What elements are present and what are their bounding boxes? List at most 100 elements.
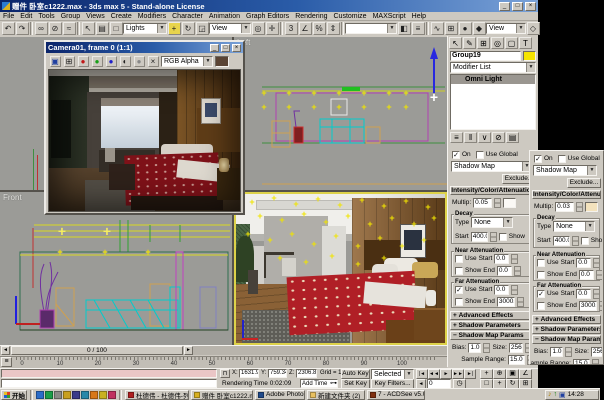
omni-light-icon[interactable]: +: [311, 104, 316, 110]
zoom-all-icon[interactable]: ⊕: [493, 369, 506, 379]
omni-light-icon[interactable]: +: [403, 198, 408, 204]
zoom-extents-icon[interactable]: ▣: [506, 369, 519, 379]
omni-light-icon[interactable]: +: [345, 213, 350, 219]
select-rotate-icon[interactable]: ↻: [182, 22, 195, 35]
vfb-title-bar[interactable]: Camera01, frame 0 (1:1) _ □ ×: [46, 42, 243, 53]
menu-rendering[interactable]: Rendering: [292, 12, 330, 21]
dropdown-arrow-icon[interactable]: ▼: [526, 63, 535, 72]
advanced-effects-rollout[interactable]: + Advanced Effects: [532, 315, 601, 324]
menu-help[interactable]: Help: [409, 12, 429, 21]
menu-create[interactable]: Create: [108, 12, 135, 21]
folder-icon[interactable]: [108, 391, 116, 399]
omni-light-icon[interactable]: +: [425, 204, 430, 210]
omni-light-icon[interactable]: +: [57, 249, 62, 255]
green-channel-icon[interactable]: ●: [92, 56, 103, 67]
omni-light-icon[interactable]: +: [421, 237, 426, 243]
select-by-name-icon[interactable]: ▤: [96, 22, 109, 35]
alpha-channel-icon[interactable]: ●: [134, 56, 145, 67]
vfb-minimize-button[interactable]: _: [210, 44, 219, 52]
decay-show-checkbox[interactable]: [499, 233, 507, 241]
menu-animation[interactable]: Animation: [206, 12, 243, 21]
omni-light-icon[interactable]: +: [361, 104, 366, 110]
spinner[interactable]: [511, 285, 518, 295]
omni-light-icon[interactable]: +: [286, 90, 291, 96]
sample-range-field[interactable]: 15.0: [573, 359, 590, 365]
named-selection-dropdown[interactable]: ▼: [345, 23, 397, 34]
hierarchy-tab-icon[interactable]: ⊞: [477, 37, 490, 49]
omni-light-icon[interactable]: +: [381, 203, 386, 209]
omni-light-icon[interactable]: +: [361, 90, 366, 96]
dropdown-arrow-icon[interactable]: ▼: [404, 370, 413, 379]
vfb-color-swatch[interactable]: [215, 56, 229, 67]
omni-light-icon[interactable]: +: [355, 261, 360, 267]
snap-3d-icon[interactable]: 3: [285, 22, 298, 35]
spinner[interactable]: [593, 289, 600, 299]
decay-show-checkbox[interactable]: [581, 237, 589, 245]
omni-light-icon[interactable]: +: [336, 90, 341, 96]
unlink-icon[interactable]: ⊘: [49, 22, 62, 35]
outlook-icon[interactable]: [63, 391, 71, 399]
near-show-checkbox[interactable]: [537, 271, 545, 279]
reference-coordsys-dropdown[interactable]: View▼: [209, 23, 251, 34]
max-icon[interactable]: [72, 391, 80, 399]
near-end-field[interactable]: 0.0: [579, 270, 594, 280]
light-color-swatch[interactable]: [503, 198, 516, 208]
x-coord-field[interactable]: 1631.97: [239, 369, 259, 378]
omni-light-icon[interactable]: +: [279, 217, 284, 223]
far-show-checkbox[interactable]: [537, 302, 545, 310]
far-show-checkbox[interactable]: [455, 298, 463, 306]
auto-key-button[interactable]: Auto Key: [341, 369, 370, 379]
far-start-field[interactable]: 0.0: [576, 289, 591, 299]
spinner[interactable]: [483, 343, 490, 353]
far-use-checkbox[interactable]: [455, 286, 463, 294]
menu-modifiers[interactable]: Modifiers: [135, 12, 169, 21]
zoom-icon[interactable]: +: [480, 369, 493, 379]
dropdown-arrow-icon[interactable]: ▼: [516, 24, 525, 33]
omni-light-icon[interactable]: +: [381, 255, 386, 261]
alert-icon[interactable]: [99, 391, 107, 399]
remove-modifier-icon[interactable]: ⊘: [492, 132, 505, 143]
near-start-field[interactable]: 0.0: [576, 258, 591, 268]
upload-icon[interactable]: ↑: [554, 391, 558, 398]
title-bar[interactable]: 赠件 卧室c1222.max - 3ds max 5 - Stand-alone…: [0, 0, 538, 12]
redo-icon[interactable]: ↷: [16, 22, 29, 35]
spinner[interactable]: [565, 347, 572, 357]
spinner[interactable]: [572, 236, 579, 246]
sample-range-field[interactable]: 15.0: [508, 355, 525, 365]
size-field[interactable]: 256: [591, 347, 602, 357]
omni-light-icon[interactable]: +: [386, 90, 391, 96]
minimize-button[interactable]: _: [499, 2, 510, 11]
select-object-icon[interactable]: ↖: [82, 22, 95, 35]
task-button[interactable]: 7 - ACDSee v5.0: [367, 390, 425, 400]
select-scale-icon[interactable]: ◲: [196, 22, 209, 35]
start-button[interactable]: 开始: [1, 390, 27, 400]
selection-lock-icon[interactable]: ⊓: [220, 369, 230, 378]
advanced-effects-rollout[interactable]: + Advanced Effects: [450, 311, 536, 320]
task-button[interactable]: 新建文件夹 (2): [307, 390, 365, 400]
omni-light-icon[interactable]: +: [102, 249, 107, 255]
menu-group[interactable]: Group: [58, 12, 83, 21]
far-use-checkbox[interactable]: [537, 290, 545, 298]
omni-light-icon[interactable]: +: [277, 255, 282, 261]
omni-light-icon[interactable]: +: [399, 243, 404, 249]
omni-light-icon[interactable]: +: [311, 90, 316, 96]
multiplier-spinner[interactable]: [494, 198, 501, 208]
angle-snap-icon[interactable]: ∠: [299, 22, 312, 35]
near-end-field[interactable]: 0.0: [497, 266, 512, 276]
omni-light-icon[interactable]: +: [386, 104, 391, 110]
configure-stack-icon[interactable]: ▤: [506, 132, 519, 143]
media-player-icon[interactable]: [45, 391, 53, 399]
omni-light-icon[interactable]: +: [403, 104, 408, 110]
omni-light-icon[interactable]: +: [336, 104, 341, 110]
omni-light-icon[interactable]: +: [431, 215, 436, 221]
material-editor-icon[interactable]: ●: [459, 22, 472, 35]
omni-light-icon[interactable]: +: [303, 259, 308, 265]
photoshop-icon[interactable]: [81, 391, 89, 399]
viewport-left-view[interactable]: Left +++++++++++++++: [234, 37, 447, 190]
dropdown-arrow-icon[interactable]: ▼: [387, 24, 396, 33]
pin-stack-icon[interactable]: ≡: [450, 132, 463, 143]
light-color-swatch[interactable]: [585, 202, 598, 212]
pivot-center-icon[interactable]: ◎: [252, 22, 265, 35]
near-show-checkbox[interactable]: [455, 267, 463, 275]
menu-maxscript[interactable]: MAXScript: [370, 12, 409, 21]
